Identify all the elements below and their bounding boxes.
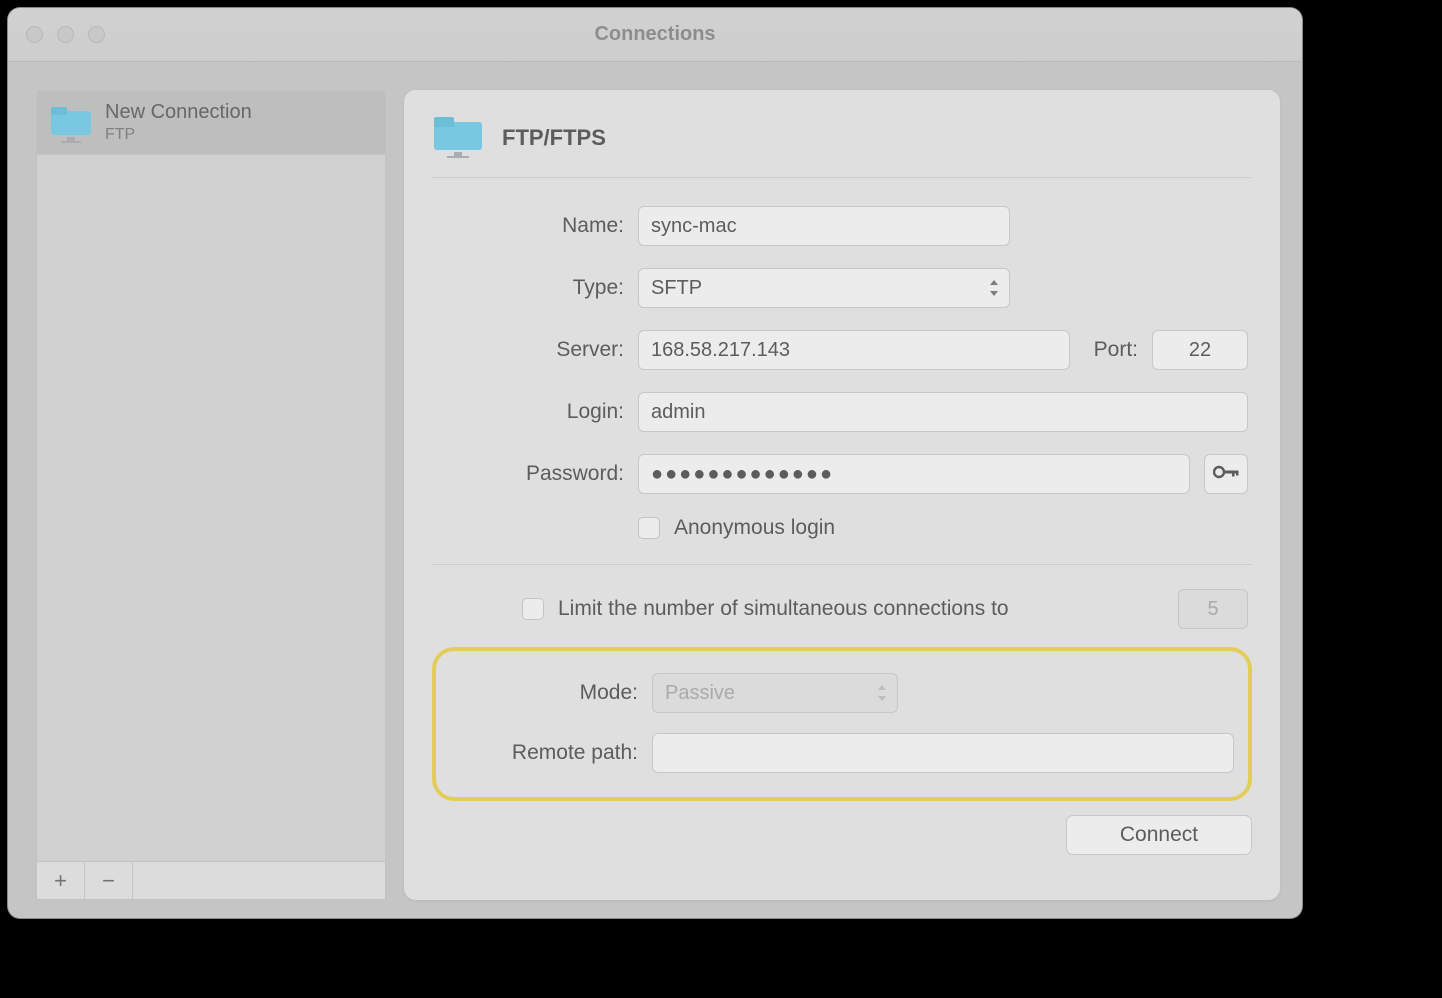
protocol-folder-icon bbox=[432, 112, 484, 163]
password-label: Password: bbox=[436, 462, 624, 486]
mode-select[interactable]: Passive bbox=[652, 673, 898, 713]
ssh-key-button[interactable] bbox=[1204, 454, 1248, 494]
type-select-value: SFTP bbox=[651, 277, 702, 299]
panel-title: FTP/FTPS bbox=[502, 125, 606, 151]
name-input[interactable]: sync-mac bbox=[638, 206, 1010, 246]
sidebar-item-new-connection[interactable]: New Connection FTP bbox=[37, 91, 385, 155]
connections-window: Connections bbox=[8, 8, 1302, 918]
updown-arrows-icon bbox=[877, 685, 887, 701]
type-select[interactable]: SFTP bbox=[638, 268, 1010, 308]
port-input[interactable]: 22 bbox=[1152, 330, 1248, 370]
port-label: Port: bbox=[1094, 338, 1138, 362]
remote-path-input[interactable] bbox=[652, 733, 1234, 773]
login-label: Login: bbox=[436, 400, 624, 424]
login-input[interactable]: admin bbox=[638, 392, 1248, 432]
titlebar: Connections bbox=[8, 8, 1302, 62]
type-label: Type: bbox=[436, 276, 624, 300]
server-label: Server: bbox=[436, 338, 624, 362]
highlighted-options-box: Mode: Passive Remote path: bbox=[432, 647, 1252, 801]
mode-label: Mode: bbox=[450, 681, 638, 705]
connections-sidebar: New Connection FTP + − bbox=[36, 90, 386, 900]
connections-list: New Connection FTP bbox=[37, 91, 385, 861]
limit-connections-value[interactable]: 5 bbox=[1178, 589, 1248, 629]
sidebar-item-title: New Connection bbox=[105, 101, 252, 124]
connection-folder-icon bbox=[49, 103, 93, 143]
server-input[interactable]: 168.58.217.143 bbox=[638, 330, 1070, 370]
key-icon bbox=[1213, 464, 1239, 485]
add-connection-button[interactable]: + bbox=[37, 862, 85, 899]
divider bbox=[432, 564, 1252, 565]
sidebar-item-subtitle: FTP bbox=[105, 126, 252, 144]
limit-connections-label: Limit the number of simultaneous connect… bbox=[558, 597, 1164, 621]
connect-button[interactable]: Connect bbox=[1066, 815, 1252, 855]
sidebar-footer: + − bbox=[37, 861, 385, 899]
remove-connection-button[interactable]: − bbox=[85, 862, 133, 899]
connection-detail-panel: FTP/FTPS Name: sync-mac Type: SFTP bbox=[404, 90, 1280, 900]
limit-connections-checkbox[interactable] bbox=[522, 598, 544, 620]
name-label: Name: bbox=[436, 214, 624, 238]
anonymous-login-checkbox[interactable] bbox=[638, 517, 660, 539]
mode-select-value: Passive bbox=[665, 682, 735, 704]
password-input[interactable]: ●●●●●●●●●●●●● bbox=[638, 454, 1190, 494]
anonymous-login-label: Anonymous login bbox=[674, 516, 835, 540]
remote-path-label: Remote path: bbox=[450, 741, 638, 765]
window-title: Connections bbox=[8, 23, 1302, 46]
updown-arrows-icon bbox=[989, 280, 999, 296]
